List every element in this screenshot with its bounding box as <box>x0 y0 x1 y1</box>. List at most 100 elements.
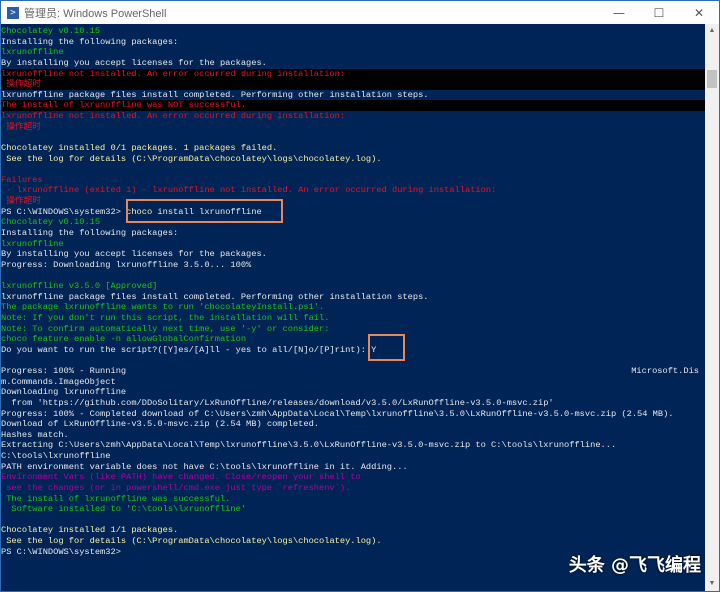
console-text: The install of lxrunoffline was successf… <box>1 493 231 504</box>
console-line: from 'https://github.com/DDoSolitary/LxR… <box>1 398 705 409</box>
console-text: By installing you accept licenses for th… <box>1 57 267 68</box>
console-line: Download of LxRunOffline-v3.5.0-msvc.zip… <box>1 419 705 430</box>
console-line: Installing the following packages: <box>1 37 705 48</box>
console-line: - lxrunoffline (exited 1) - lxrunoffline… <box>1 185 705 196</box>
console-text: 操作超时 <box>1 121 41 132</box>
console-line: Environment Vars (like PATH) have change… <box>1 472 705 483</box>
console-line: lxrunoffline package files install compl… <box>1 292 705 303</box>
scrollbar-thumb[interactable] <box>707 70 717 88</box>
console-line: m.Commands.ImageObject <box>1 377 705 388</box>
console-text: The package lxrunoffline wants to run 'c… <box>1 302 325 313</box>
console-line: choco feature enable -n allowGlobalConfi… <box>1 334 705 345</box>
console-text: Hashes match. <box>1 429 69 440</box>
close-button[interactable]: ✕ <box>679 1 719 24</box>
console-line: See the log for details (C:\ProgramData\… <box>1 536 705 547</box>
console-text: Installing the following packages: <box>1 36 179 47</box>
console-text: Download of LxRunOffline-v3.5.0-msvc.zip… <box>1 419 320 430</box>
console-line: Extracting C:\Users\zmh\AppData\Local\Te… <box>1 440 705 451</box>
vertical-scrollbar[interactable]: ▲ ▼ <box>705 24 719 591</box>
watermark: 头条 @飞飞编程 <box>568 555 701 576</box>
console-text: Chocolatey v0.10.15 <box>1 217 101 228</box>
console-text: Progress: Downloading lxrunoffline 3.5.0… <box>1 259 252 270</box>
console-line: Chocolatey installed 1/1 packages. <box>1 525 705 536</box>
console-text: lxrunoffline not installed. An error occ… <box>1 68 346 79</box>
console-line: PATH environment variable does not have … <box>1 462 705 473</box>
console-text: PATH environment variable does not have … <box>1 461 408 472</box>
console-line: Downloading lxrunoffline <box>1 387 705 398</box>
console-text: Failures <box>1 174 43 185</box>
console-text: Note: If you don't run this script, the … <box>1 312 330 323</box>
console-line: Note: If you don't run this script, the … <box>1 313 705 324</box>
console-text: PS C:\WINDOWS\system32> <box>1 546 121 557</box>
console-text: By installing you accept licenses for th… <box>1 249 267 260</box>
console-line: see the changes (or in powershell/cmd.ex… <box>1 483 705 494</box>
console-text: Note: To confirm automatically next time… <box>1 323 330 334</box>
console-lines: Chocolatey v0.10.15 Installing the follow… <box>1 26 705 557</box>
console-line: lxrunoffline <box>1 47 705 58</box>
console-line: lxrunoffline v3.5.0 [Approved] <box>1 281 705 292</box>
console-text: lxrunoffline package files install compl… <box>1 291 429 302</box>
console-text: from 'https://github.com/DDoSolitary/LxR… <box>1 397 554 408</box>
console-line: Installing the following packages: <box>1 228 705 239</box>
console-line: Software installed to 'C:\tools\lxrunoff… <box>1 504 705 515</box>
console-line: C:\tools\lxrunoffline <box>1 451 705 462</box>
highlight-command-box <box>126 199 283 223</box>
console-line: The install of lxrunoffline was NOT succ… <box>1 100 705 111</box>
console-text: lxrunoffline package files install compl… <box>1 89 429 100</box>
console-line: 操作超时 <box>1 79 705 90</box>
console-text: - lxrunoffline (exited 1) - lxrunoffline… <box>1 185 497 196</box>
console-line: Failures <box>1 175 705 186</box>
console-text: Software installed to 'C:\tools\lxrunoff… <box>1 504 247 515</box>
console-line: Progress: 100% - Completed download of C… <box>1 409 705 420</box>
console-text: Progress: 100% - Completed download of C… <box>1 408 674 419</box>
console-line: Note: To confirm automatically next time… <box>1 324 705 335</box>
console-line: lxrunoffline <box>1 239 705 250</box>
console-text-right: Microsoft.Dis <box>631 366 699 376</box>
console-text: Environment Vars (like PATH) have change… <box>1 472 361 483</box>
console-text: Installing the following packages: <box>1 227 179 238</box>
console-line: By installing you accept licenses for th… <box>1 249 705 260</box>
console-text: Chocolatey installed 1/1 packages. <box>1 525 179 536</box>
console-text: m.Commands.ImageObject <box>1 376 116 387</box>
console-text: Chocolatey v0.10.15 <box>1 26 101 36</box>
maximize-button[interactable]: ☐ <box>639 1 679 24</box>
scroll-down-icon[interactable]: ▼ <box>705 577 719 591</box>
console-text: 操作超时 <box>1 79 41 90</box>
console-text: Extracting C:\Users\zmh\AppData\Local\Te… <box>1 440 617 451</box>
console-text: Chocolatey installed 0/1 packages. 1 pac… <box>1 142 278 153</box>
console-text: lxrunoffline <box>1 47 64 58</box>
minimize-button[interactable]: — <box>599 1 639 24</box>
console-output[interactable]: Chocolatey v0.10.15 Installing the follow… <box>1 24 705 591</box>
window-title: 管理员: Windows PowerShell <box>24 7 167 20</box>
console-text: Progress: 100% - Running <box>1 366 127 376</box>
console-text: choco feature enable -n allowGlobalConfi… <box>1 334 247 345</box>
console-line: 操作超时 <box>1 122 705 133</box>
console-line: Chocolatey v0.10.15 <box>1 26 705 37</box>
console-text: C:\tools\lxrunoffline <box>1 451 111 461</box>
console-line: Hashes match. <box>1 430 705 441</box>
highlight-answer-box <box>368 334 405 361</box>
console-text: The install of lxrunoffline was NOT succ… <box>1 100 247 111</box>
console-line: Progress: 100% - Running Microsoft.Dis <box>1 366 705 377</box>
console-line: The package lxrunoffline wants to run 'c… <box>1 302 705 313</box>
console-text: lxrunoffline v3.5.0 [Approved] <box>1 281 158 291</box>
powershell-icon: > <box>7 6 19 19</box>
console-text: See the log for details (C:\ProgramData\… <box>1 536 382 546</box>
console-line: See the log for details (C:\ProgramData\… <box>1 154 705 165</box>
scroll-up-icon[interactable]: ▲ <box>705 24 719 38</box>
console-line: The install of lxrunoffline was successf… <box>1 494 705 505</box>
console-text: lxrunoffline <box>1 238 64 249</box>
console-text: See the log for details (C:\ProgramData\… <box>1 153 382 164</box>
console-text: see the changes (or in powershell/cmd.ex… <box>1 482 351 493</box>
console-text: Downloading lxrunoffline <box>1 387 127 398</box>
console-text: 操作超时 <box>1 196 41 206</box>
console-line: Do you want to run the script?([Y]es/[A]… <box>1 345 705 356</box>
console-line: Progress: Downloading lxrunoffline 3.5.0… <box>1 260 705 271</box>
console-line: 操作超时 <box>1 196 705 207</box>
title-bar[interactable]: > 管理员: Windows PowerShell — ☐ ✕ <box>1 1 719 24</box>
